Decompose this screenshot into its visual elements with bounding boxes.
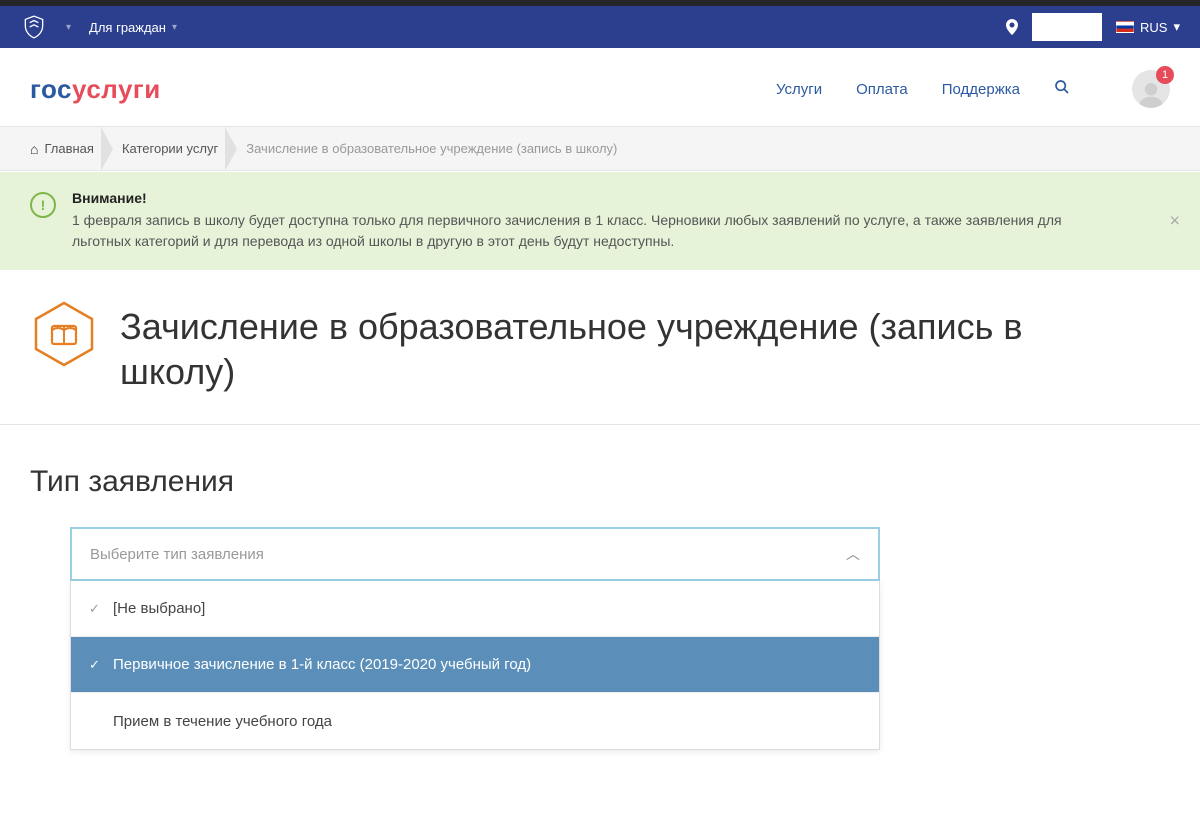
main-header: госуслуги Услуги Оплата Поддержка 1 <box>0 48 1200 127</box>
check-icon: ✓ <box>89 601 103 617</box>
chevron-down-icon: ▾ <box>66 22 71 33</box>
search-icon[interactable] <box>1054 79 1070 100</box>
breadcrumb: ⌂ Главная Категории услуг Зачисление в о… <box>0 127 1200 171</box>
page-title: Зачисление в образовательное учреждение … <box>120 300 1120 394</box>
location-region[interactable] <box>1032 13 1102 41</box>
notification-badge: 1 <box>1156 66 1174 84</box>
audience-label: Для граждан <box>89 20 166 35</box>
nav-payment[interactable]: Оплата <box>856 81 908 98</box>
language-label: RUS <box>1140 20 1167 35</box>
nav-support[interactable]: Поддержка <box>942 81 1020 98</box>
option-none[interactable]: ✓ [Не выбрано] <box>71 581 879 637</box>
breadcrumb-home[interactable]: ⌂ Главная <box>30 127 112 170</box>
option-primary[interactable]: ✓ Первичное зачисление в 1-й класс (2019… <box>71 637 879 693</box>
check-icon: ✓ <box>89 657 103 673</box>
option-primary-label: Первичное зачисление в 1-й класс (2019-2… <box>113 656 531 673</box>
alert-title: Внимание! <box>72 190 1122 206</box>
breadcrumb-home-label: Главная <box>44 141 93 156</box>
dropdown-list: ✓ [Не выбрано] ✓ Первичное зачисление в … <box>70 581 880 750</box>
dropdown-placeholder: Выберите тип заявления <box>90 546 264 563</box>
info-alert: ! Внимание! 1 февраля запись в школу буд… <box>0 171 1200 270</box>
user-menu[interactable]: 1 <box>1132 70 1170 108</box>
application-type-select: Выберите тип заявления ︿ ✓ [Не выбрано] … <box>70 527 880 750</box>
section-heading: Тип заявления <box>30 465 1170 499</box>
nav-services[interactable]: Услуги <box>776 81 822 98</box>
alert-text: 1 февраля запись в школу будет доступна … <box>72 210 1122 252</box>
location-pin-icon[interactable] <box>1006 19 1018 35</box>
alert-close-icon[interactable]: × <box>1169 211 1180 232</box>
chevron-up-icon: ︿ <box>846 544 860 564</box>
logo-part2: услуги <box>72 74 161 104</box>
dropdown-trigger[interactable]: Выберите тип заявления ︿ <box>70 527 880 581</box>
state-emblem-icon <box>20 13 48 41</box>
breadcrumb-current: Зачисление в образовательное учреждение … <box>236 127 635 170</box>
audience-dropdown[interactable]: Для граждан ▾ <box>89 20 177 35</box>
option-none-label: [Не выбрано] <box>113 600 205 617</box>
gov-header: ▾ Для граждан ▾ RUS ▾ <box>0 6 1200 48</box>
breadcrumb-categories[interactable]: Категории услуг <box>112 127 236 170</box>
home-icon: ⌂ <box>30 141 38 157</box>
breadcrumb-categories-label: Категории услуг <box>122 141 218 156</box>
emblem-dropdown[interactable]: ▾ <box>66 22 71 33</box>
site-logo[interactable]: госуслуги <box>30 74 161 105</box>
breadcrumb-current-label: Зачисление в образовательное учреждение … <box>246 141 617 156</box>
option-during-year-label: Прием в течение учебного года <box>113 713 332 730</box>
chevron-down-icon: ▾ <box>172 22 177 33</box>
language-selector[interactable]: RUS ▾ <box>1116 19 1180 35</box>
form-section: Тип заявления Выберите тип заявления ︿ ✓… <box>0 425 1200 810</box>
logo-part1: гос <box>30 74 72 104</box>
service-hexagon-icon <box>30 300 98 368</box>
chevron-down-icon: ▾ <box>1173 19 1180 35</box>
title-section: Зачисление в образовательное учреждение … <box>0 270 1200 425</box>
option-during-year[interactable]: ✓ Прием в течение учебного года <box>71 693 879 749</box>
main-nav: Услуги Оплата Поддержка 1 <box>776 70 1170 108</box>
flag-ru-icon <box>1116 21 1134 33</box>
alert-info-icon: ! <box>30 192 56 218</box>
